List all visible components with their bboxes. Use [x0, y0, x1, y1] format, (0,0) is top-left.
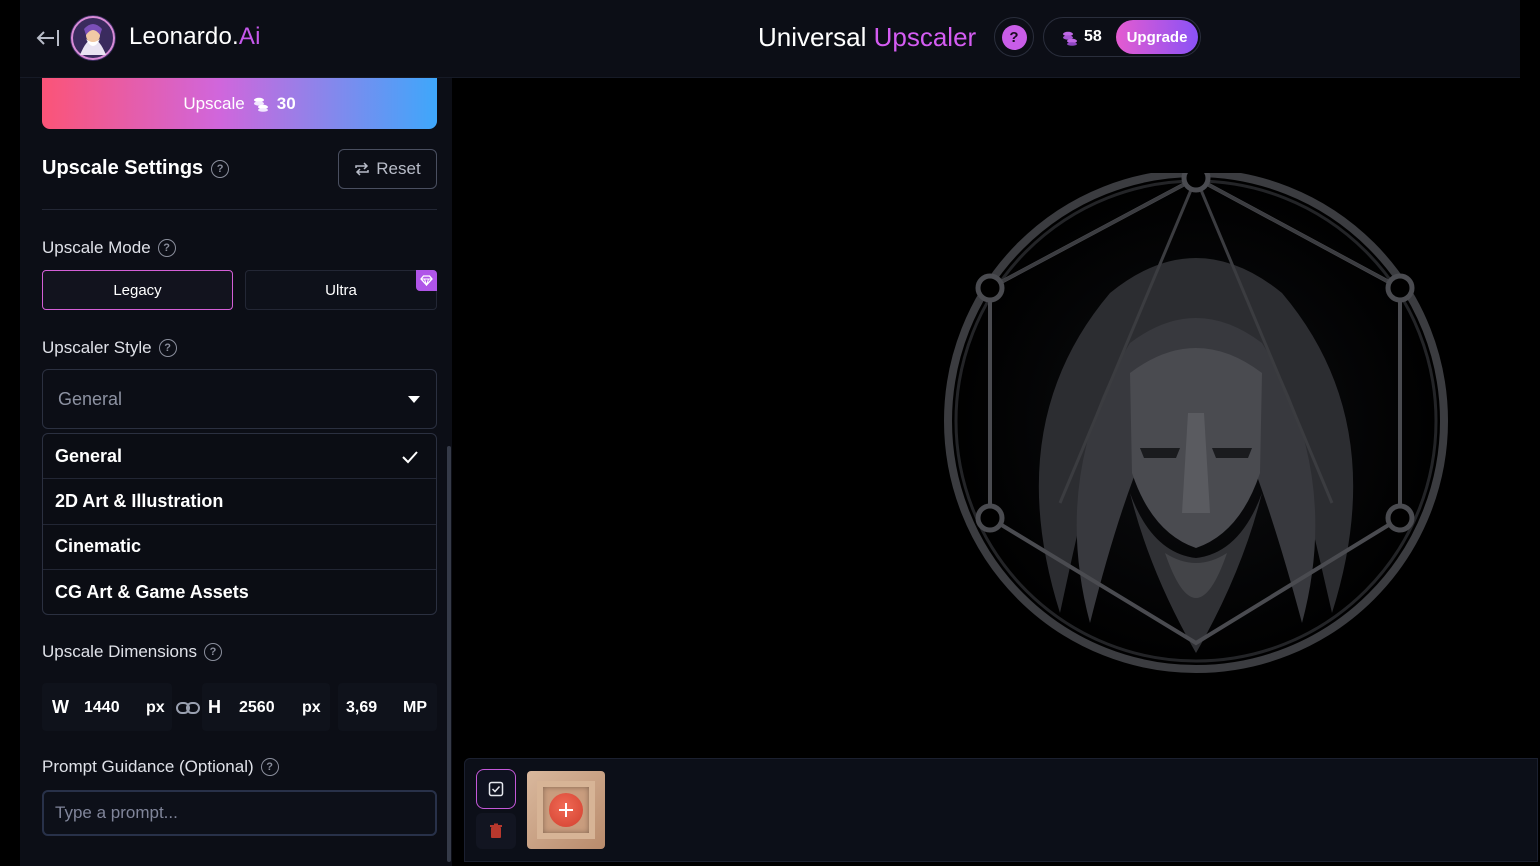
upscale-mode-label: Upscale Mode ?	[42, 238, 176, 258]
chain-link-icon[interactable]	[175, 699, 201, 717]
brand-name-main: Leonardo.	[129, 23, 239, 50]
dimensions-row: W 1440 px H 2560 px 3,69 MP	[42, 683, 437, 731]
arrow-left-bar-icon	[36, 30, 59, 46]
page-title: Universal Upscaler	[758, 22, 976, 53]
upscale-mode-label-text: Upscale Mode	[42, 238, 151, 257]
page-title-main: Universal	[758, 22, 867, 52]
style-option-general[interactable]: General	[43, 434, 436, 480]
checkmark-icon	[402, 451, 418, 464]
upscaler-style-label-text: Upscaler Style	[42, 338, 152, 357]
style-option-label: Cinematic	[55, 536, 142, 557]
brand-name-suffix: Ai	[238, 23, 261, 50]
premium-badge	[416, 270, 437, 291]
image-tray	[464, 758, 1538, 862]
question-circle-icon: ?	[1001, 24, 1027, 50]
style-option-label: General	[55, 445, 123, 466]
upscale-button[interactable]: Upscale 30	[42, 78, 437, 129]
coins-icon	[253, 97, 268, 112]
checkbox-icon	[488, 781, 504, 797]
style-option-cg-art[interactable]: CG Art & Game Assets	[43, 570, 436, 614]
settings-title: Upscale Settings ?	[42, 157, 230, 180]
coins-icon	[1063, 31, 1077, 46]
mode-ultra-label: Ultra	[325, 281, 357, 299]
brand-logo[interactable]	[70, 15, 116, 61]
question-circle-icon[interactable]: ?	[211, 159, 230, 178]
prompt-guidance-label-text: Prompt Guidance (Optional)	[42, 757, 254, 776]
reset-label: Reset	[376, 159, 421, 178]
reset-button[interactable]: Reset	[338, 149, 437, 189]
upscale-button-label: Upscale	[183, 93, 245, 113]
page-title-accent: Upscaler	[873, 22, 977, 52]
upscale-dimensions-label: Upscale Dimensions ?	[42, 642, 222, 662]
sidebar-scrollbar[interactable]	[447, 446, 451, 862]
add-image-thumbnail[interactable]	[527, 771, 605, 849]
prompt-guidance-label: Prompt Guidance (Optional) ?	[42, 757, 279, 777]
trash-icon	[490, 823, 502, 838]
style-option-label: CG Art & Game Assets	[55, 582, 249, 603]
divider	[42, 209, 437, 210]
width-key: W	[52, 697, 69, 717]
question-circle-icon[interactable]: ?	[260, 758, 279, 776]
upscaler-style-select[interactable]: General	[42, 369, 437, 429]
style-option-2d-art[interactable]: 2D Art & Illustration	[43, 479, 436, 525]
megapixels-field: 3,69 MP	[338, 683, 437, 731]
back-button[interactable]	[34, 26, 62, 50]
height-field[interactable]: H 2560 px	[202, 683, 330, 731]
upscaler-style-label: Upscaler Style ?	[42, 338, 177, 358]
question-circle-icon[interactable]: ?	[158, 339, 177, 357]
image-canvas	[452, 78, 1520, 758]
height-unit: px	[302, 699, 321, 716]
height-key: H	[208, 697, 221, 717]
megapixels-value: 3,69	[346, 699, 378, 716]
upscale-dimensions-label-text: Upscale Dimensions	[42, 642, 197, 661]
select-all-button[interactable]	[476, 769, 516, 809]
question-circle-icon[interactable]: ?	[203, 643, 222, 661]
upscaled-image-preview	[944, 173, 1448, 673]
help-button[interactable]: ?	[994, 17, 1034, 57]
upgrade-button[interactable]: Upgrade	[1116, 20, 1198, 54]
credits-pill[interactable]: 58 Upgrade	[1043, 17, 1201, 57]
plus-icon	[549, 793, 583, 827]
delete-button[interactable]	[476, 813, 516, 849]
upscaler-style-selected: General	[58, 389, 123, 409]
mode-ultra-button[interactable]: Ultra	[245, 270, 437, 310]
megapixels-unit: MP	[403, 699, 427, 716]
caret-down-icon	[408, 396, 420, 403]
style-option-cinematic[interactable]: Cinematic	[43, 525, 436, 570]
settings-title-text: Upscale Settings	[42, 157, 204, 179]
width-unit: px	[146, 699, 165, 716]
brand-name: Leonardo.Ai	[129, 23, 261, 51]
width-value: 1440	[84, 699, 120, 716]
top-bar: Leonardo.Ai Universal Upscaler ? 58 Upgr…	[20, 0, 1520, 78]
style-option-label: 2D Art & Illustration	[55, 490, 224, 511]
gem-icon	[420, 275, 433, 286]
upscaler-style-dropdown: General 2D Art & Illustration Cinematic …	[42, 433, 437, 615]
credits-count: 58	[1084, 28, 1102, 45]
width-field[interactable]: W 1440 px	[42, 683, 172, 731]
mode-legacy-button[interactable]: Legacy	[42, 270, 233, 310]
upscale-cost: 30	[276, 93, 296, 113]
prompt-input[interactable]	[42, 790, 437, 836]
question-circle-icon[interactable]: ?	[157, 239, 176, 257]
height-value: 2560	[239, 699, 275, 716]
settings-sidebar: Upscale 30 Upscale Settings ? Reset Upsc…	[20, 78, 452, 866]
repeat-arrows-icon	[355, 162, 370, 176]
